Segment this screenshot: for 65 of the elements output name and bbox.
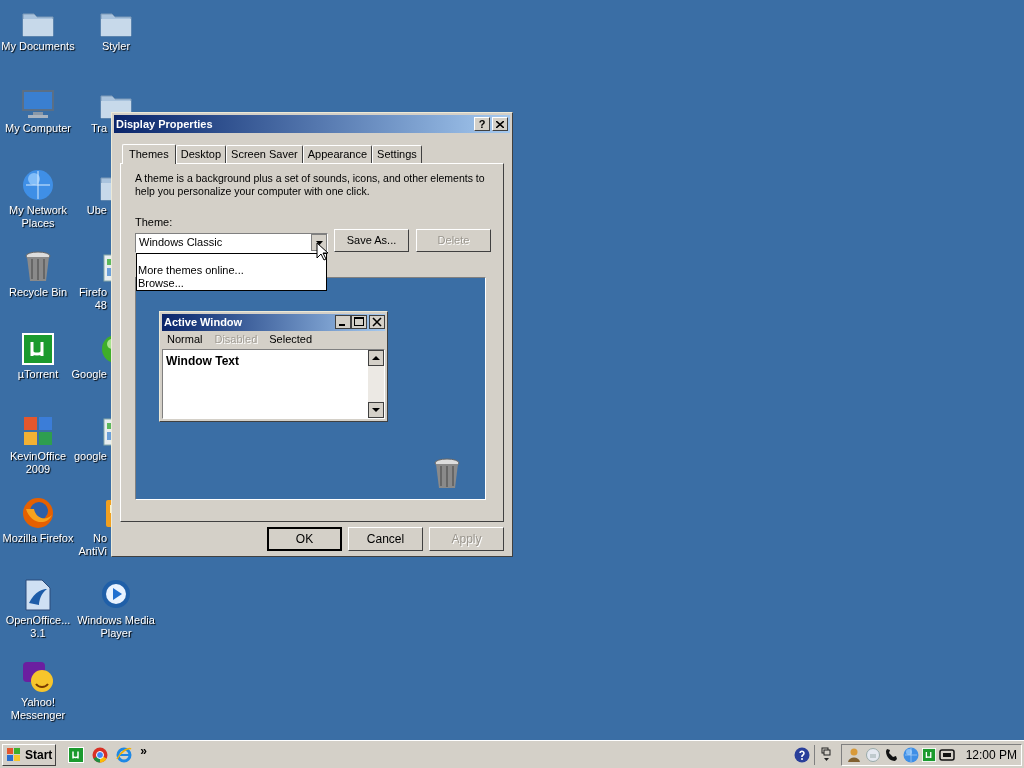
- battery-icon[interactable]: [938, 746, 955, 763]
- torrent-icon[interactable]: [68, 746, 85, 763]
- caret-icon: [315, 240, 323, 245]
- icon-label[interactable]: Google: [71, 368, 107, 381]
- person-icon[interactable]: [845, 746, 862, 763]
- icon-label[interactable]: 48: [94, 299, 107, 312]
- desktop-icon: [21, 89, 55, 119]
- dialog-button[interactable]: Cancel: [348, 527, 423, 551]
- maximize-icon: [351, 315, 367, 329]
- desktop-icon: [22, 497, 54, 529]
- bin-icon: [434, 457, 460, 490]
- minimize-icon: [335, 315, 351, 329]
- tab[interactable]: Appearance: [302, 145, 373, 163]
- tab[interactable]: Desktop: [175, 145, 227, 163]
- icon-label[interactable]: No: [92, 532, 107, 545]
- action-button[interactable]: Save As...: [334, 228, 409, 252]
- phone-icon[interactable]: [883, 746, 900, 763]
- help-button[interactable]: ?: [474, 117, 490, 131]
- icon-label[interactable]: Windows Media Player: [75, 614, 157, 640]
- icon-label[interactable]: AntiVi: [78, 545, 107, 558]
- close-icon: [369, 315, 385, 329]
- desktop-icon: [22, 333, 54, 365]
- close-icon: [496, 120, 504, 128]
- dialog-button[interactable]: OK: [267, 527, 342, 551]
- icon-label[interactable]: Yahoo! Messenger: [0, 696, 79, 722]
- preview-title: Active Window: [164, 314, 243, 330]
- globe-e-icon[interactable]: [116, 746, 133, 763]
- scroll-up-icon: [368, 349, 384, 366]
- desktop-icon: [22, 169, 54, 201]
- start-button[interactable]: Start: [2, 743, 57, 766]
- desktop-icon: [23, 579, 53, 611]
- clock[interactable]: 12:00 PM: [965, 745, 1017, 764]
- window-title: Display Properties: [116, 116, 213, 132]
- icon-label[interactable]: Mozilla Firefox: [2, 532, 74, 545]
- icon-label[interactable]: Firefo: [78, 286, 107, 299]
- browser-icon[interactable]: [92, 746, 109, 763]
- preview-window-text: Window Text: [165, 352, 240, 370]
- icon-label[interactable]: My Documents: [1, 40, 75, 53]
- scroll-down-icon: [368, 401, 384, 418]
- icon-label[interactable]: google: [73, 450, 107, 463]
- icon-label[interactable]: My Computer: [5, 122, 71, 135]
- desktop-icon: [22, 661, 54, 693]
- help-icon[interactable]: [793, 746, 810, 763]
- dropdown-item[interactable]: Browse...: [138, 276, 326, 290]
- window-switch-icon[interactable]: [820, 746, 831, 763]
- icon-label[interactable]: Tra: [90, 122, 107, 135]
- torrent-icon[interactable]: [921, 747, 936, 762]
- theme-label: Theme:: [135, 215, 174, 230]
- more-chevron[interactable]: »: [140, 741, 148, 760]
- dropdown-item[interactable]: More themes online...: [138, 263, 326, 277]
- desktop-icon: [100, 579, 132, 611]
- icon-label[interactable]: Ube: [86, 204, 107, 217]
- tab[interactable]: Screen Saver: [226, 145, 303, 163]
- theme-dropdown[interactable]: Windows Classic: [135, 232, 328, 253]
- close-button[interactable]: [492, 117, 508, 131]
- desktop-icon: [22, 415, 54, 447]
- theme-description: A theme is a background plus a set of sounds, icons, and other elements to help you personalize your computer with one click.: [135, 172, 486, 198]
- icon-label[interactable]: My Network Places: [0, 204, 79, 230]
- desktop-icon: [25, 251, 51, 283]
- tab[interactable]: Themes: [122, 144, 176, 164]
- tab[interactable]: Settings: [372, 145, 422, 163]
- icon-label[interactable]: Styler: [101, 40, 131, 53]
- icon-label[interactable]: µTorrent: [17, 368, 59, 381]
- icon-label[interactable]: Recycle Bin: [8, 286, 68, 299]
- windows-flag-icon: [6, 746, 22, 763]
